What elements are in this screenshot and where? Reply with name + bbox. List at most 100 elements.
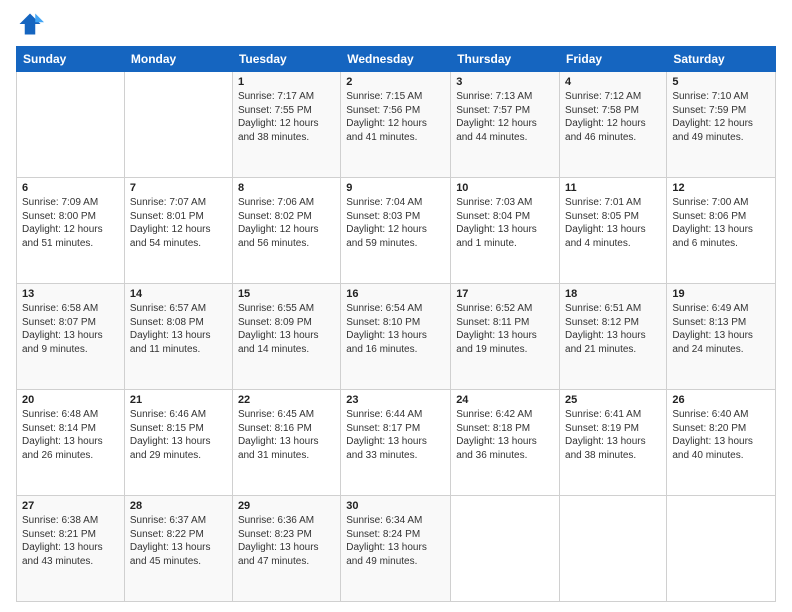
- day-number: 14: [130, 288, 227, 300]
- weekday-header-tuesday: Tuesday: [232, 47, 340, 72]
- calendar-cell: 21 Sunrise: 6:46 AMSunset: 8:15 PMDayligh…: [124, 390, 232, 496]
- calendar-cell: [17, 72, 125, 178]
- day-number: 18: [565, 288, 661, 300]
- week-row-3: 13 Sunrise: 6:58 AMSunset: 8:07 PMDayligh…: [17, 284, 776, 390]
- calendar-cell: [124, 72, 232, 178]
- calendar-cell: 24 Sunrise: 6:42 AMSunset: 8:18 PMDayligh…: [451, 390, 560, 496]
- day-number: 23: [346, 394, 445, 406]
- day-number: 13: [22, 288, 119, 300]
- day-number: 3: [456, 76, 554, 88]
- day-number: 26: [672, 394, 770, 406]
- day-info: Sunrise: 6:42 AMSunset: 8:18 PMDaylight:…: [456, 408, 554, 462]
- day-number: 5: [672, 76, 770, 88]
- calendar-cell: 15Sunrise: 6:55 AMSunset: 8:09 PMDayligh…: [232, 284, 340, 390]
- day-info: Sunrise: 6:55 AMSunset: 8:09 PMDaylight:…: [238, 302, 335, 356]
- calendar-cell: 3 Sunrise: 7:13 AMSunset: 7:57 PMDaylight…: [451, 72, 560, 178]
- day-info: Sunrise: 7:12 AMSunset: 7:58 PMDaylight:…: [565, 90, 661, 144]
- calendar-cell: 28 Sunrise: 6:37 AMSunset: 8:22 PMDayligh…: [124, 496, 232, 602]
- weekday-header-row: SundayMondayTuesdayWednesdayThursdayFrid…: [17, 47, 776, 72]
- calendar-cell: 10 Sunrise: 7:03 AMSunset: 8:04 PMDayligh…: [451, 178, 560, 284]
- calendar-cell: 27 Sunrise: 6:38 AMSunset: 8:21 PMDayligh…: [17, 496, 125, 602]
- day-info: Sunrise: 7:00 AMSunset: 8:06 PMDaylight:…: [672, 196, 770, 250]
- day-info: Sunrise: 7:09 AMSunset: 8:00 PMDaylight:…: [22, 196, 119, 250]
- calendar-cell: 19 Sunrise: 6:49 AMSunset: 8:13 PMDayligh…: [667, 284, 776, 390]
- calendar-cell: 4Sunrise: 7:12 AMSunset: 7:58 PMDaylight…: [560, 72, 667, 178]
- calendar-cell: 22 Sunrise: 6:45 AMSunset: 8:16 PMDayligh…: [232, 390, 340, 496]
- calendar-cell: 12 Sunrise: 7:00 AMSunset: 8:06 PMDayligh…: [667, 178, 776, 284]
- day-number: 6: [22, 182, 119, 194]
- day-number: 16: [346, 288, 445, 300]
- day-info: Sunrise: 6:45 AMSunset: 8:16 PMDaylight:…: [238, 408, 335, 462]
- calendar-cell: [667, 496, 776, 602]
- day-number: 2: [346, 76, 445, 88]
- day-number: 24: [456, 394, 554, 406]
- day-number: 1: [238, 76, 335, 88]
- day-number: 19: [672, 288, 770, 300]
- weekday-header-friday: Friday: [560, 47, 667, 72]
- day-info: Sunrise: 6:34 AMSunset: 8:24 PMDaylight:…: [346, 514, 445, 568]
- day-number: 22: [238, 394, 335, 406]
- calendar-cell: 2 Sunrise: 7:15 AMSunset: 7:56 PMDaylight…: [341, 72, 451, 178]
- day-info: Sunrise: 6:40 AMSunset: 8:20 PMDaylight:…: [672, 408, 770, 462]
- day-info: Sunrise: 6:57 AMSunset: 8:08 PMDaylight:…: [130, 302, 227, 356]
- calendar-cell: 20Sunrise: 6:48 AMSunset: 8:14 PMDayligh…: [17, 390, 125, 496]
- day-info: Sunrise: 7:17 AMSunset: 7:55 PMDaylight:…: [238, 90, 335, 144]
- day-info: Sunrise: 6:46 AMSunset: 8:15 PMDaylight:…: [130, 408, 227, 462]
- day-number: 17: [456, 288, 554, 300]
- day-number: 30: [346, 500, 445, 512]
- day-number: 10: [456, 182, 554, 194]
- day-info: Sunrise: 6:41 AMSunset: 8:19 PMDaylight:…: [565, 408, 661, 462]
- calendar-cell: 25 Sunrise: 6:41 AMSunset: 8:19 PMDayligh…: [560, 390, 667, 496]
- weekday-header-saturday: Saturday: [667, 47, 776, 72]
- day-info: Sunrise: 6:52 AMSunset: 8:11 PMDaylight:…: [456, 302, 554, 356]
- calendar-cell: 16 Sunrise: 6:54 AMSunset: 8:10 PMDayligh…: [341, 284, 451, 390]
- calendar-cell: 17 Sunrise: 6:52 AMSunset: 8:11 PMDayligh…: [451, 284, 560, 390]
- day-info: Sunrise: 7:06 AMSunset: 8:02 PMDaylight:…: [238, 196, 335, 250]
- week-row-1: 1 Sunrise: 7:17 AMSunset: 7:55 PMDaylight…: [17, 72, 776, 178]
- day-number: 8: [238, 182, 335, 194]
- calendar-cell: 23Sunrise: 6:44 AMSunset: 8:17 PMDayligh…: [341, 390, 451, 496]
- day-number: 20: [22, 394, 119, 406]
- day-info: Sunrise: 7:03 AMSunset: 8:04 PMDaylight:…: [456, 196, 554, 250]
- logo-icon: [16, 10, 44, 38]
- day-info: Sunrise: 6:51 AMSunset: 8:12 PMDaylight:…: [565, 302, 661, 356]
- logo: [16, 10, 48, 38]
- weekday-header-wednesday: Wednesday: [341, 47, 451, 72]
- week-row-4: 20Sunrise: 6:48 AMSunset: 8:14 PMDayligh…: [17, 390, 776, 496]
- calendar-cell: 29 Sunrise: 6:36 AMSunset: 8:23 PMDayligh…: [232, 496, 340, 602]
- day-info: Sunrise: 6:37 AMSunset: 8:22 PMDaylight:…: [130, 514, 227, 568]
- day-number: 7: [130, 182, 227, 194]
- calendar-cell: [451, 496, 560, 602]
- day-info: Sunrise: 7:10 AMSunset: 7:59 PMDaylight:…: [672, 90, 770, 144]
- day-info: Sunrise: 7:15 AMSunset: 7:56 PMDaylight:…: [346, 90, 445, 144]
- day-number: 11: [565, 182, 661, 194]
- day-info: Sunrise: 7:13 AMSunset: 7:57 PMDaylight:…: [456, 90, 554, 144]
- day-info: Sunrise: 7:04 AMSunset: 8:03 PMDaylight:…: [346, 196, 445, 250]
- day-info: Sunrise: 6:54 AMSunset: 8:10 PMDaylight:…: [346, 302, 445, 356]
- week-row-5: 27 Sunrise: 6:38 AMSunset: 8:21 PMDayligh…: [17, 496, 776, 602]
- calendar-cell: 5 Sunrise: 7:10 AMSunset: 7:59 PMDaylight…: [667, 72, 776, 178]
- calendar-cell: 18 Sunrise: 6:51 AMSunset: 8:12 PMDayligh…: [560, 284, 667, 390]
- day-info: Sunrise: 7:07 AMSunset: 8:01 PMDaylight:…: [130, 196, 227, 250]
- day-number: 9: [346, 182, 445, 194]
- day-info: Sunrise: 6:38 AMSunset: 8:21 PMDaylight:…: [22, 514, 119, 568]
- calendar-cell: [560, 496, 667, 602]
- day-number: 28: [130, 500, 227, 512]
- day-info: Sunrise: 6:58 AMSunset: 8:07 PMDaylight:…: [22, 302, 119, 356]
- calendar-cell: 11 Sunrise: 7:01 AMSunset: 8:05 PMDayligh…: [560, 178, 667, 284]
- header: [16, 10, 776, 38]
- day-info: Sunrise: 6:49 AMSunset: 8:13 PMDaylight:…: [672, 302, 770, 356]
- day-number: 21: [130, 394, 227, 406]
- day-info: Sunrise: 6:36 AMSunset: 8:23 PMDaylight:…: [238, 514, 335, 568]
- day-number: 29: [238, 500, 335, 512]
- day-number: 25: [565, 394, 661, 406]
- week-row-2: 6 Sunrise: 7:09 AMSunset: 8:00 PMDaylight…: [17, 178, 776, 284]
- calendar-page: SundayMondayTuesdayWednesdayThursdayFrid…: [0, 0, 792, 612]
- day-info: Sunrise: 7:01 AMSunset: 8:05 PMDaylight:…: [565, 196, 661, 250]
- day-number: 27: [22, 500, 119, 512]
- day-number: 12: [672, 182, 770, 194]
- calendar-cell: 26 Sunrise: 6:40 AMSunset: 8:20 PMDayligh…: [667, 390, 776, 496]
- weekday-header-sunday: Sunday: [17, 47, 125, 72]
- calendar-cell: 7 Sunrise: 7:07 AMSunset: 8:01 PMDaylight…: [124, 178, 232, 284]
- calendar-cell: 13 Sunrise: 6:58 AMSunset: 8:07 PMDayligh…: [17, 284, 125, 390]
